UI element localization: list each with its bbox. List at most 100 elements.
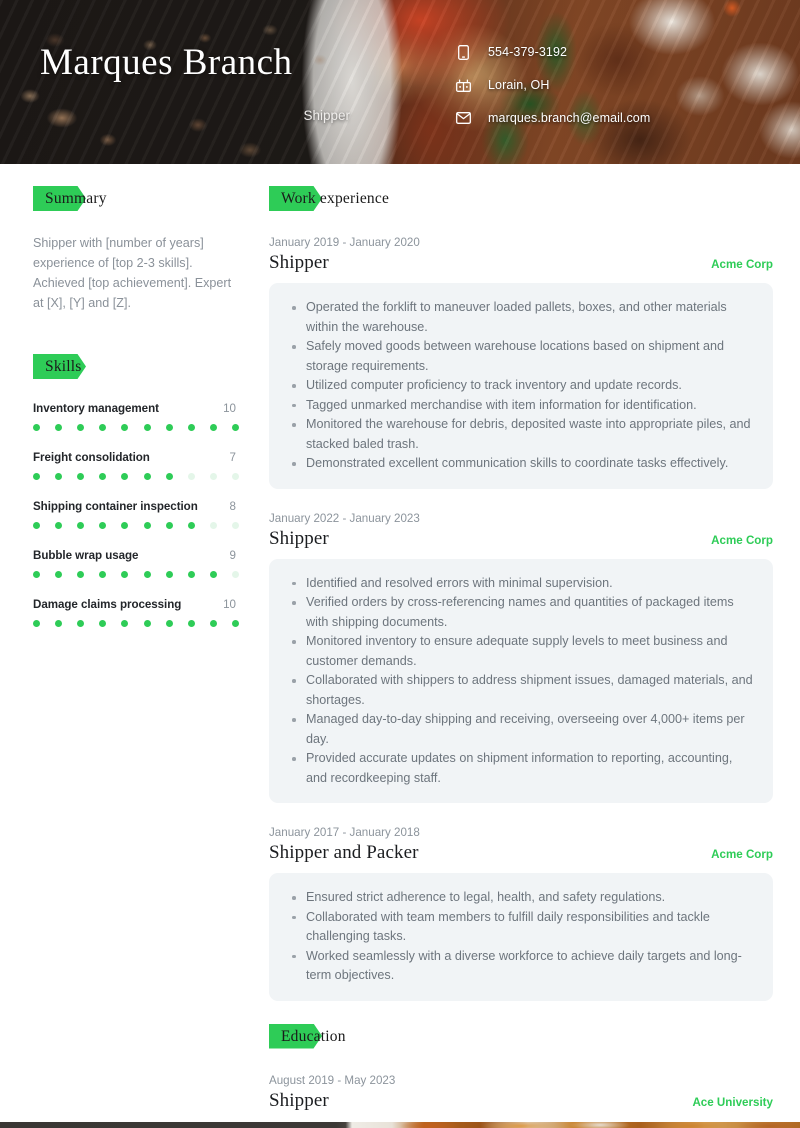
skill-dot-filled bbox=[77, 424, 85, 431]
skill-dot-filled bbox=[143, 620, 151, 627]
skill-dot-filled bbox=[121, 620, 129, 627]
summary-text: Shipper with [number of years] experienc… bbox=[33, 236, 232, 310]
skill-dot-filled bbox=[143, 522, 151, 529]
contact-email[interactable]: marques.branch@email.com bbox=[456, 110, 650, 126]
skill-rating-dots bbox=[33, 424, 239, 431]
skill-dot-filled bbox=[121, 522, 129, 529]
education-entries: August 2019 - May 2023 Shipper Ace Univers… bbox=[269, 1074, 773, 1112]
resume-page: Marques Branch Shipper 554-379-3192 Lora… bbox=[0, 0, 800, 1128]
skill-dot-filled bbox=[99, 424, 107, 431]
contact-list: 554-379-3192 Lorain, OH marques.branch@e… bbox=[456, 44, 650, 126]
skill-dot-filled bbox=[33, 571, 40, 578]
entry-bullet: Worked seamlessly with a diverse workfor… bbox=[287, 947, 755, 986]
skill-header: Shipping container inspection 8 bbox=[33, 500, 236, 513]
skill-dot-filled bbox=[55, 620, 63, 627]
entry-title: Shipper bbox=[269, 252, 329, 273]
location-icon bbox=[456, 77, 471, 93]
entry-bullet: Managed day-to-day shipping and receivin… bbox=[287, 710, 755, 749]
skill-dot-filled bbox=[231, 620, 239, 627]
entry-bullet: Safely moved goods between warehouse loc… bbox=[287, 337, 755, 376]
skill-dot-filled bbox=[165, 620, 173, 627]
skill-rating-dots bbox=[33, 522, 239, 529]
skill-dot-filled bbox=[33, 522, 40, 529]
education-section: Education August 2019 - May 2023 Shipper A… bbox=[269, 1023, 773, 1112]
skill-dot-filled bbox=[231, 424, 239, 431]
entry-bullet: Collaborated with team members to fulfil… bbox=[287, 908, 755, 947]
skill-name: Inventory management bbox=[33, 402, 159, 415]
skill-score: 7 bbox=[229, 451, 236, 464]
skill-item: Shipping container inspection 8 bbox=[33, 500, 239, 529]
skill-item: Damage claims processing 10 bbox=[33, 598, 239, 627]
skill-dot-filled bbox=[77, 571, 85, 578]
education-section-title: Education bbox=[281, 1027, 346, 1045]
entry-bullet: Tagged unmarked merchandise with item in… bbox=[287, 396, 755, 416]
work-experience-section-tag: Work experience bbox=[269, 186, 773, 211]
entry-bullet: Ensured strict adherence to legal, healt… bbox=[287, 888, 755, 908]
entry-title: Shipper and Packer bbox=[269, 842, 419, 863]
phone-icon bbox=[456, 44, 471, 60]
contact-phone[interactable]: 554-379-3192 bbox=[456, 44, 650, 60]
skill-name: Bubble wrap usage bbox=[33, 549, 139, 562]
skill-item: Freight consolidation 7 bbox=[33, 451, 239, 480]
skill-dot-filled bbox=[99, 473, 107, 480]
entry-description-card: Operated the forklift to maneuver loaded… bbox=[269, 283, 773, 489]
entry-bullet: Provided accurate updates on shipment in… bbox=[287, 749, 755, 788]
entry-bullet-list: Ensured strict adherence to legal, healt… bbox=[287, 888, 755, 986]
skill-dot-filled bbox=[187, 571, 195, 578]
skill-dot-filled bbox=[165, 473, 173, 480]
skill-dot-filled bbox=[55, 424, 63, 431]
entry-header: Shipper Ace University bbox=[269, 1090, 773, 1112]
skill-dot-empty bbox=[209, 473, 217, 480]
entry-bullet-list: Identified and resolved errors with mini… bbox=[287, 574, 755, 789]
summary-section-title: Summary bbox=[45, 190, 107, 207]
entry-header: Shipper and Packer Acme Corp bbox=[269, 842, 773, 864]
footer-photo-strip bbox=[0, 1122, 800, 1128]
entry-bullet: Operated the forklift to maneuver loaded… bbox=[287, 298, 755, 337]
skill-dot-empty bbox=[231, 522, 239, 529]
entry-bullet: Collaborated with shippers to address sh… bbox=[287, 671, 755, 710]
skill-header: Bubble wrap usage 9 bbox=[33, 549, 236, 562]
resume-entry: January 2022 - January 2023 Shipper Acme C… bbox=[269, 512, 773, 803]
skill-dot-filled bbox=[99, 522, 107, 529]
candidate-role: Shipper bbox=[303, 108, 350, 123]
skill-dot-filled bbox=[187, 620, 195, 627]
contact-phone-text: 554-379-3192 bbox=[488, 45, 568, 59]
contact-location[interactable]: Lorain, OH bbox=[456, 77, 650, 93]
entry-title: Shipper bbox=[269, 527, 329, 549]
skill-header: Damage claims processing 10 bbox=[33, 598, 236, 611]
resume-entry: January 2017 - January 2018 Shipper and P… bbox=[269, 826, 773, 1001]
entry-organization: Acme Corp bbox=[711, 258, 773, 271]
skill-dot-filled bbox=[121, 473, 129, 480]
skill-dot-filled bbox=[55, 571, 63, 578]
entry-bullet: Verified orders by cross-referencing nam… bbox=[287, 593, 755, 632]
entry-title: Shipper bbox=[269, 1089, 329, 1111]
work-experience-section-title: Work experience bbox=[281, 190, 390, 207]
skill-rating-dots bbox=[33, 571, 239, 578]
skills-list: Inventory management 10 Freight consolidat… bbox=[33, 402, 239, 627]
work-experience-section: Work experience January 2019 - January 2… bbox=[269, 186, 773, 1001]
skill-dot-filled bbox=[121, 424, 129, 431]
skill-header: Freight consolidation 7 bbox=[33, 451, 236, 464]
entry-date: August 2019 - May 2023 bbox=[269, 1073, 396, 1087]
entry-bullet: Identified and resolved errors with mini… bbox=[287, 574, 755, 594]
skill-dot-filled bbox=[143, 424, 151, 431]
skill-dot-filled bbox=[55, 522, 63, 529]
skills-section: Skills Inventory management 10 Freight con… bbox=[33, 354, 239, 627]
skill-dot-filled bbox=[187, 424, 195, 431]
skill-score: 9 bbox=[229, 549, 236, 562]
skill-dot-filled bbox=[165, 424, 173, 431]
skill-dot-filled bbox=[33, 620, 40, 627]
resume-header: Marques Branch Shipper 554-379-3192 Lora… bbox=[0, 0, 800, 164]
skill-dot-filled bbox=[99, 620, 107, 627]
skill-dot-empty bbox=[231, 571, 239, 578]
skill-dot-filled bbox=[99, 571, 107, 578]
skill-dot-filled bbox=[165, 522, 173, 529]
entry-description-card: Identified and resolved errors with mini… bbox=[269, 558, 773, 803]
skill-item: Inventory management 10 bbox=[33, 402, 239, 431]
skills-section-tag: Skills bbox=[33, 354, 236, 379]
skill-dot-filled bbox=[33, 473, 40, 480]
entry-bullet: Utilized computer proficiency to track i… bbox=[287, 376, 755, 396]
skill-score: 10 bbox=[223, 402, 236, 415]
entry-bullet-list: Operated the forklift to maneuver loaded… bbox=[287, 298, 755, 474]
entry-description-card: Ensured strict adherence to legal, healt… bbox=[269, 873, 773, 1001]
